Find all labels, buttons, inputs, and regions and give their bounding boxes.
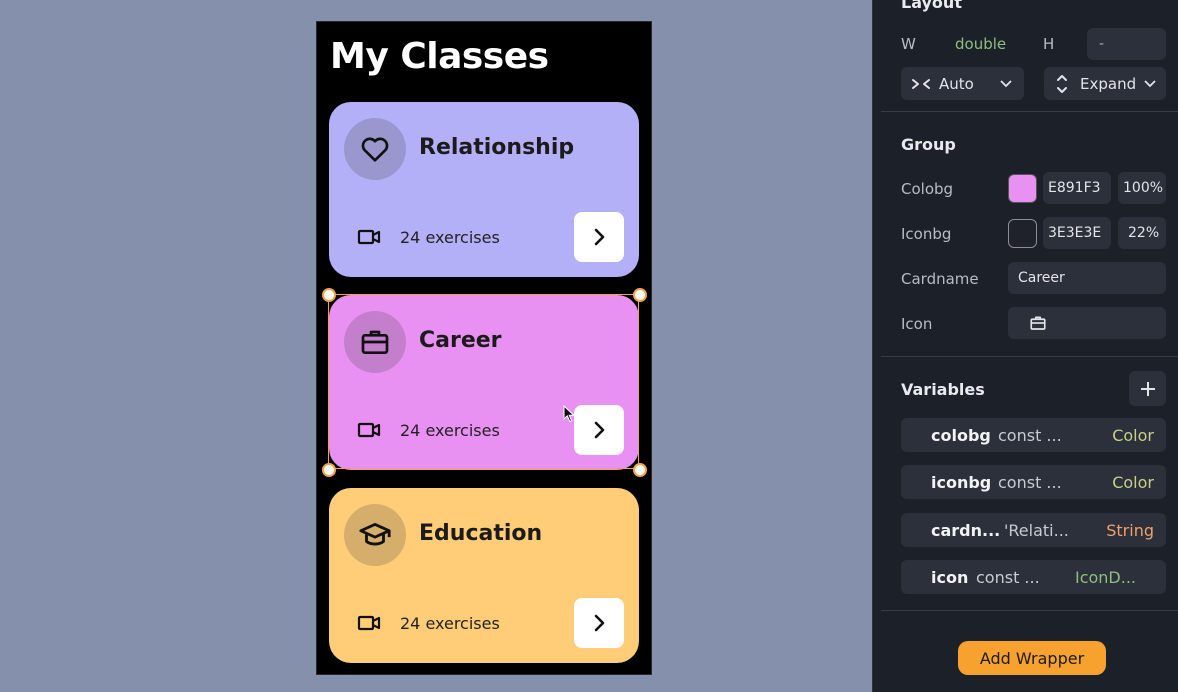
open-class-button[interactable] xyxy=(574,212,624,262)
icon-picker[interactable] xyxy=(1008,307,1166,339)
add-variable-button[interactable] xyxy=(1129,371,1166,406)
resize-handle-top-right[interactable] xyxy=(633,288,647,302)
section-divider xyxy=(881,610,1178,611)
layout-heading: Layout xyxy=(901,0,962,12)
variable-value: const ... xyxy=(976,568,1040,587)
iconbg-opacity-input[interactable]: 22% xyxy=(1118,217,1166,249)
class-card-career[interactable]: Career 24 exercises xyxy=(329,295,639,470)
properties-panel: Layout W double H - Auto Expand Group Co… xyxy=(872,0,1178,692)
open-class-button[interactable] xyxy=(574,598,624,648)
chevron-right-icon xyxy=(594,614,605,632)
section-divider xyxy=(881,111,1178,112)
chevron-right-icon xyxy=(594,421,605,439)
variable-row-icon[interactable]: icon const ... IconD... xyxy=(901,560,1166,594)
height-mode-value: Expand xyxy=(1080,74,1137,93)
colobg-opacity-input[interactable]: 100% xyxy=(1118,172,1166,204)
variable-value: 'Relati... xyxy=(1004,521,1069,540)
iconbg-hex-input[interactable]: 3E3E3E xyxy=(1043,217,1111,249)
iconbg-swatch[interactable] xyxy=(1008,219,1037,248)
variable-value: const ... xyxy=(998,473,1062,492)
colobg-label: Colobg xyxy=(901,180,954,198)
mouse-cursor-icon xyxy=(563,405,575,423)
chevron-right-icon xyxy=(594,228,605,246)
variable-name: cardn... xyxy=(931,521,1001,540)
colobg-hex-input[interactable]: E891F3 xyxy=(1043,172,1111,204)
page-title: My Classes xyxy=(330,36,549,77)
card-icon-background xyxy=(344,311,406,373)
chevron-down-icon xyxy=(1000,79,1012,87)
phone-frame[interactable]: My Classes Relationship 24 exercises Car… xyxy=(316,21,652,675)
class-card-education[interactable]: Education 24 exercises xyxy=(329,488,639,663)
variable-row-colobg[interactable]: colobg const ... Color xyxy=(901,418,1166,452)
video-icon xyxy=(357,615,381,631)
resize-handle-top-left[interactable] xyxy=(322,288,336,302)
cardname-label: Cardname xyxy=(901,270,979,288)
plus-icon xyxy=(1140,381,1155,396)
variable-type: Color xyxy=(1112,473,1154,492)
design-canvas[interactable]: My Classes Relationship 24 exercises Car… xyxy=(0,0,872,692)
expand-vertical-icon xyxy=(1057,74,1067,93)
exercise-count: 24 exercises xyxy=(400,228,500,247)
heart-icon xyxy=(361,137,389,162)
graduation-cap-icon xyxy=(359,522,391,546)
section-divider xyxy=(881,356,1178,357)
add-wrapper-button[interactable]: Add Wrapper xyxy=(958,641,1106,675)
height-input[interactable]: - xyxy=(1087,28,1166,60)
width-mode-value: Auto xyxy=(939,74,974,93)
resize-handle-bottom-left[interactable] xyxy=(322,463,336,477)
card-name: Education xyxy=(419,521,543,546)
icon-label: Icon xyxy=(901,315,933,333)
video-icon xyxy=(357,229,381,245)
shrink-horizontal-icon xyxy=(912,78,930,89)
card-icon-background xyxy=(344,504,406,566)
iconbg-label: Iconbg xyxy=(901,225,952,243)
height-mode-dropdown[interactable]: Expand xyxy=(1044,67,1166,100)
exercise-count: 24 exercises xyxy=(400,421,500,440)
variable-type: Color xyxy=(1112,426,1154,445)
variable-row-iconbg[interactable]: iconbg const ... Color xyxy=(901,465,1166,499)
video-icon xyxy=(357,422,381,438)
height-label: H xyxy=(1043,35,1055,53)
variable-row-cardname[interactable]: cardn... 'Relati... String xyxy=(901,513,1166,547)
variable-type: IconD... xyxy=(1074,568,1136,587)
briefcase-icon xyxy=(1030,316,1046,330)
resize-handle-bottom-right[interactable] xyxy=(633,463,647,477)
width-mode-dropdown[interactable]: Auto xyxy=(901,67,1024,100)
variable-name: iconbg xyxy=(931,473,992,492)
colobg-swatch[interactable] xyxy=(1008,174,1037,203)
variables-heading: Variables xyxy=(901,380,985,399)
variable-value: const ... xyxy=(998,426,1062,445)
cardname-input[interactable]: Career xyxy=(1008,262,1166,294)
width-label: W xyxy=(901,35,916,53)
width-value[interactable]: double xyxy=(955,35,1006,53)
variable-type: String xyxy=(1106,521,1154,540)
exercise-count: 24 exercises xyxy=(400,614,500,633)
briefcase-icon xyxy=(361,330,389,354)
chevron-down-icon xyxy=(1144,79,1156,87)
card-name: Relationship xyxy=(419,135,575,160)
group-heading: Group xyxy=(901,135,956,154)
card-name: Career xyxy=(419,328,502,353)
open-class-button[interactable] xyxy=(574,405,624,455)
class-card-relationship[interactable]: Relationship 24 exercises xyxy=(329,102,639,277)
variable-name: icon xyxy=(931,568,969,587)
card-icon-background xyxy=(344,118,406,180)
variable-name: colobg xyxy=(931,426,991,445)
